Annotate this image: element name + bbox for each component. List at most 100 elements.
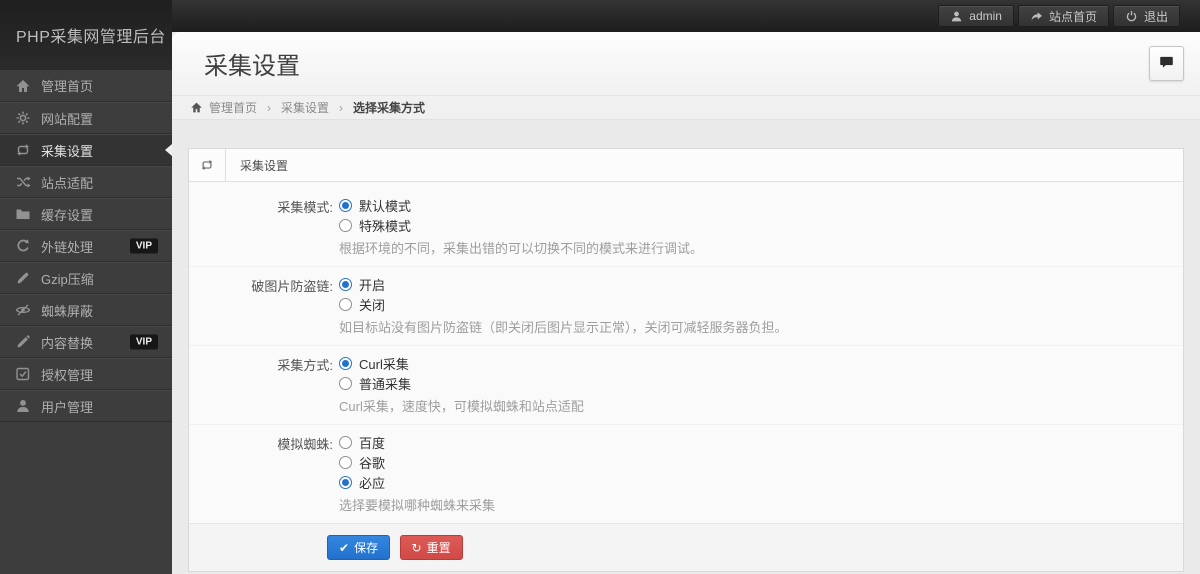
- sidebar-item-folder[interactable]: 缓存设置: [0, 198, 172, 230]
- panel-footer: ✔ 保存 ↻ 重置: [189, 523, 1183, 571]
- power-icon: [1125, 10, 1138, 23]
- main-content: 采集设置 管理首页 › 采集设置 › 选择采集方式 采集设置 采集模式: 默认模式 特殊…: [172, 32, 1200, 574]
- radio-input[interactable]: [339, 297, 352, 311]
- user-icon: [15, 398, 31, 414]
- settings-form: 采集模式: 默认模式 特殊模式 根据环境的不同，采集出错的可以切换不同的模式来进…: [189, 182, 1183, 523]
- sidebar-item-brush[interactable]: Gzip压缩: [0, 262, 172, 294]
- sidebar-menu: 管理首页 网站配置 采集设置 站点适配 缓存设置 外链处理 VIP Gzip压缩…: [0, 70, 172, 422]
- sidebar: PHP采集网管理后台 管理首页 网站配置 采集设置 站点适配 缓存设置 外链处理…: [0, 0, 172, 574]
- reset-button[interactable]: ↻ 重置: [399, 535, 463, 560]
- radio-option[interactable]: 开启: [339, 274, 788, 294]
- breadcrumb-item[interactable]: 采集设置: [281, 99, 329, 116]
- radio-option[interactable]: 百度: [339, 432, 495, 452]
- save-button[interactable]: ✔ 保存: [327, 535, 391, 560]
- form-row: 破图片防盗链: 开启 关闭 如目标站没有图片防盗链（即关闭后图片显示正常），关闭…: [189, 267, 1183, 346]
- field-label: 破图片防盗链:: [251, 279, 333, 294]
- refresh-icon: [15, 238, 31, 254]
- reset-button-label: 重置: [426, 541, 451, 555]
- repeat-icon: [15, 142, 31, 158]
- home-icon: [190, 101, 203, 114]
- content-header: 采集设置: [172, 32, 1200, 95]
- field-help-text: 选择要模拟哪种蜘蛛来采集: [339, 498, 496, 513]
- panel-title: 采集设置: [240, 158, 289, 173]
- radio-input[interactable]: [339, 198, 352, 212]
- radio-option-label: 关闭: [359, 297, 386, 313]
- sidebar-item-gear[interactable]: 网站配置: [0, 102, 172, 134]
- sidebar-item-eye-off[interactable]: 蜘蛛屏蔽: [0, 294, 172, 326]
- sidebar-item-label: Gzip压缩: [41, 271, 94, 287]
- radio-option-label: 百度: [359, 435, 386, 451]
- topbar: admin 站点首页 退出: [0, 0, 1200, 32]
- comment-button[interactable]: [1149, 46, 1184, 81]
- check-square-icon: [15, 366, 31, 382]
- field-controls: 默认模式 特殊模式 根据环境的不同，采集出错的可以切换不同的模式来进行调试。: [339, 195, 703, 257]
- forward-arrow-icon: [1030, 10, 1043, 23]
- vip-badge: VIP: [129, 238, 158, 254]
- comment-icon: [1159, 54, 1174, 74]
- sidebar-item-repeat[interactable]: 采集设置: [0, 134, 172, 166]
- field-help-text: 根据环境的不同，采集出错的可以切换不同的模式来进行调试。: [339, 241, 704, 256]
- brush-icon: [15, 270, 31, 286]
- save-button-label: 保存: [354, 541, 379, 555]
- sidebar-item-label: 站点适配: [41, 175, 94, 191]
- radio-input[interactable]: [339, 277, 352, 291]
- field-help-text: Curl采集，速度快，可模拟蜘蛛和站点适配: [339, 399, 584, 414]
- gear-icon: [15, 110, 31, 126]
- field-label: 模拟蜘蛛:: [277, 437, 333, 452]
- field-controls: Curl采集 普通采集 Curl采集，速度快，可模拟蜘蛛和站点适配: [339, 353, 584, 415]
- breadcrumb-item[interactable]: 管理首页: [209, 99, 257, 116]
- sidebar-item-shuffle[interactable]: 站点适配: [0, 166, 172, 198]
- vip-badge: VIP: [129, 334, 158, 350]
- breadcrumb-item: 选择采集方式: [353, 101, 426, 115]
- field-label: 采集模式:: [277, 200, 333, 215]
- sidebar-item-label: 采集设置: [41, 143, 94, 159]
- sidebar-item-home[interactable]: 管理首页: [0, 70, 172, 102]
- pencil-icon: [15, 334, 31, 350]
- sidebar-item-pencil[interactable]: 内容替换 VIP: [0, 326, 172, 358]
- sidebar-item-check-square[interactable]: 授权管理: [0, 358, 172, 390]
- repeat-icon: [200, 158, 214, 172]
- radio-option-label: Curl采集: [359, 356, 409, 372]
- radio-option[interactable]: 默认模式: [339, 195, 703, 215]
- radio-input[interactable]: [339, 356, 352, 370]
- radio-option-label: 必应: [359, 475, 386, 491]
- field-controls: 百度 谷歌 必应 选择要模拟哪种蜘蛛来采集: [339, 432, 495, 514]
- sidebar-item-refresh[interactable]: 外链处理 VIP: [0, 230, 172, 262]
- radio-option-label: 默认模式: [359, 198, 412, 214]
- radio-input[interactable]: [339, 475, 352, 489]
- logout-label: 退出: [1143, 9, 1168, 24]
- site-home-button[interactable]: 站点首页: [1017, 5, 1109, 27]
- radio-option[interactable]: 必应: [339, 472, 495, 492]
- site-home-label: 站点首页: [1048, 9, 1097, 24]
- radio-option[interactable]: 关闭: [339, 294, 788, 314]
- breadcrumb-separator: ›: [267, 100, 272, 115]
- refresh-icon: ↻: [411, 540, 422, 555]
- eye-off-icon: [15, 302, 31, 318]
- user-menu-button[interactable]: admin: [938, 5, 1014, 27]
- user-menu-label: admin: [969, 9, 1002, 23]
- sidebar-item-label: 网站配置: [41, 111, 94, 127]
- radio-input[interactable]: [339, 435, 352, 449]
- radio-option[interactable]: 普通采集: [339, 373, 584, 393]
- radio-input[interactable]: [339, 376, 352, 390]
- sidebar-item-label: 缓存设置: [41, 207, 94, 223]
- radio-option[interactable]: Curl采集: [339, 353, 584, 373]
- radio-option[interactable]: 特殊模式: [339, 215, 703, 235]
- form-row: 模拟蜘蛛: 百度 谷歌 必应 选择要模拟哪种蜘蛛来采集: [189, 425, 1183, 523]
- field-label: 采集方式:: [277, 358, 333, 373]
- home-icon: [15, 78, 31, 94]
- sidebar-item-label: 用户管理: [41, 399, 94, 415]
- panel-header: 采集设置: [189, 149, 1183, 182]
- logout-button[interactable]: 退出: [1112, 5, 1180, 27]
- topbar-actions: admin 站点首页 退出: [938, 5, 1180, 27]
- radio-input[interactable]: [339, 218, 352, 232]
- breadcrumb-items: 管理首页 › 采集设置 › 选择采集方式: [209, 99, 425, 116]
- check-icon: ✔: [339, 540, 350, 555]
- form-row: 采集方式: Curl采集 普通采集 Curl采集，速度快，可模拟蜘蛛和站点适配: [189, 346, 1183, 425]
- sidebar-item-label: 管理首页: [41, 79, 94, 94]
- sidebar-item-user[interactable]: 用户管理: [0, 390, 172, 422]
- breadcrumb: 管理首页 › 采集设置 › 选择采集方式: [172, 95, 1200, 120]
- user-icon: [950, 10, 963, 23]
- radio-input[interactable]: [339, 455, 352, 469]
- radio-option[interactable]: 谷歌: [339, 452, 495, 472]
